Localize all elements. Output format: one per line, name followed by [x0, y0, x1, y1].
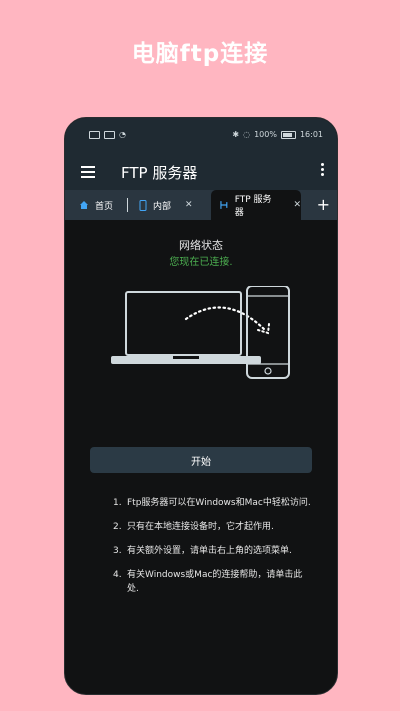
- network-icon: [220, 201, 228, 209]
- instruction-help-link[interactable]: 4. 有关Windows或Mac的连接帮助，请单击此处.: [113, 568, 313, 596]
- close-icon[interactable]: ✕: [293, 200, 301, 210]
- phone-screen: ◔ ✱ ◌ 100% 16:01 FTP 服务器 首页 内部 ✕ FTP 服务器…: [64, 117, 338, 695]
- instructions-list: 1. Ftp服务器可以在Windows和Mac中轻松访问. 2. 只有在本地连接…: [113, 496, 313, 606]
- instruction-item: 3. 有关额外设置，请单击右上角的选项菜单.: [113, 544, 313, 558]
- tab-internal[interactable]: 内部 ✕: [139, 190, 193, 220]
- mute-icon: ◌: [243, 130, 251, 139]
- app-bar: FTP 服务器: [65, 152, 337, 190]
- hamburger-menu-button[interactable]: [81, 163, 95, 178]
- instruction-text: 有关Windows或Mac的连接帮助，请单击此处.: [127, 570, 303, 594]
- network-status-text: 您现在已连接.: [169, 257, 233, 268]
- tab-bar: 首页 内部 ✕ FTP 服务器 ✕ +: [65, 190, 337, 220]
- ftp-content: 网络状态 您现在已连接. 开始 1. Ftp服务器可以在Windows和Mac中…: [65, 220, 337, 694]
- status-bar: ◔ ✱ ◌ 100% 16:01: [65, 118, 337, 152]
- tab-ftp-label: FTP 服务器: [234, 195, 272, 218]
- more-options-button[interactable]: [319, 161, 325, 179]
- sim-icon: [104, 130, 115, 139]
- instruction-number: 2.: [113, 522, 122, 532]
- tab-separator: [127, 198, 128, 212]
- instruction-text: Ftp服务器可以在Windows和Mac中轻松访问.: [127, 498, 311, 508]
- transfer-arrow: [184, 306, 268, 333]
- instruction-text: 只有在本地连接设备时，它才起作用.: [127, 522, 274, 532]
- instruction-item: 2. 只有在本地连接设备时，它才起作用.: [113, 520, 313, 534]
- instruction-text: 有关额外设置，请单击右上角的选项菜单.: [127, 546, 292, 556]
- tab-ftp-server[interactable]: FTP 服务器 ✕: [211, 190, 301, 220]
- tab-home-label: 首页: [95, 201, 114, 212]
- battery-percent: 100%: [254, 130, 277, 139]
- instruction-number: 3.: [113, 546, 122, 556]
- start-button[interactable]: 开始: [90, 447, 312, 473]
- close-icon[interactable]: ✕: [185, 200, 193, 210]
- home-icon: [80, 201, 88, 209]
- clock: 16:01: [299, 130, 323, 139]
- promo-title: 电脑ftp连接: [131, 41, 269, 67]
- bluetooth-icon: ✱: [232, 130, 240, 139]
- phone-icon: [139, 199, 147, 211]
- app-title: FTP 服务器: [121, 164, 198, 182]
- tab-home[interactable]: 首页: [79, 190, 113, 220]
- instruction-number: 1.: [113, 498, 122, 508]
- wifi-icon: ◔: [119, 130, 126, 139]
- tab-internal-label: 内部: [153, 201, 172, 212]
- network-status-title: 网络状态: [179, 239, 223, 252]
- laptop-icon: [111, 291, 261, 364]
- battery-icon: [280, 130, 296, 139]
- hd-icon: [89, 130, 100, 139]
- instruction-number: 4.: [113, 570, 122, 580]
- instruction-item: 1. Ftp服务器可以在Windows和Mac中轻松访问.: [113, 496, 313, 510]
- connection-illustration: [111, 286, 290, 379]
- add-tab-button[interactable]: +: [317, 195, 330, 214]
